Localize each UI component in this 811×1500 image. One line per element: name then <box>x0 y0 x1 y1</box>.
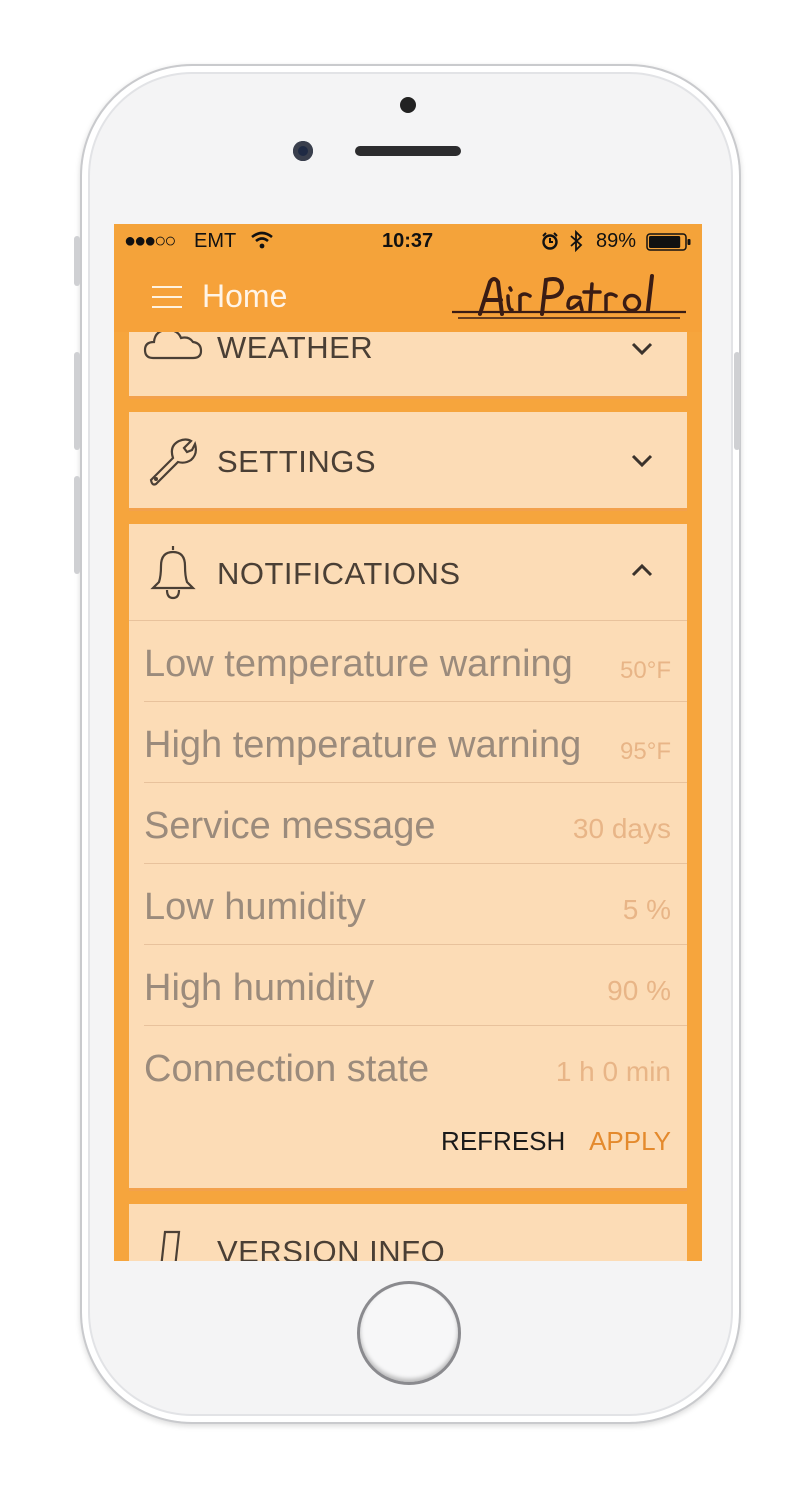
notification-row-low-temperature[interactable]: Low temperature warning 50°F <box>144 621 687 702</box>
airpatrol-logo <box>452 274 686 319</box>
chevron-down-icon[interactable] <box>627 334 657 364</box>
row-value[interactable]: 30 days <box>573 813 671 845</box>
cloud-icon <box>143 332 203 360</box>
row-label: High temperature warning <box>144 724 582 766</box>
chevron-down-icon[interactable] <box>627 446 657 476</box>
weather-section[interactable]: WEATHER <box>129 332 687 399</box>
row-label: High humidity <box>144 967 375 1009</box>
earpiece-speaker <box>355 146 461 156</box>
front-camera <box>293 141 313 161</box>
notification-actions: REFRESH APPLY <box>441 1126 671 1157</box>
status-bar: ●●●○○ EMT 10:37 89% <box>114 224 702 260</box>
row-value[interactable]: 90 % <box>607 975 671 1007</box>
row-value[interactable]: 50°F <box>620 657 671 685</box>
home-button[interactable] <box>357 1281 461 1385</box>
battery-icon <box>646 233 691 251</box>
wifi-icon <box>251 231 273 249</box>
version-info-section[interactable]: VERSION INFO <box>129 1204 687 1261</box>
notification-row-high-temperature[interactable]: High temperature warning 95°F <box>144 702 687 783</box>
row-label: Low humidity <box>144 886 366 928</box>
notification-row-low-humidity[interactable]: Low humidity 5 % <box>144 864 687 945</box>
row-value[interactable]: 95°F <box>620 738 671 766</box>
page-title: Home <box>202 278 288 314</box>
signal-strength: ●●●○○ <box>124 230 176 252</box>
phone-icon <box>160 1230 181 1261</box>
power-button <box>734 352 740 450</box>
phone-screen: ●●●○○ EMT 10:37 89% Home WEATHER SETTING… <box>114 224 702 1261</box>
status-time: 10:37 <box>382 230 434 252</box>
notifications-section-title: NOTIFICATIONS <box>217 556 461 591</box>
notification-row-service-message[interactable]: Service message 30 days <box>144 783 687 864</box>
hamburger-menu-icon[interactable] <box>152 286 182 312</box>
weather-section-title: WEATHER <box>217 332 374 365</box>
volume-up-button <box>74 352 80 450</box>
apply-button[interactable]: APPLY <box>589 1126 671 1156</box>
battery-percent: 89% <box>596 230 637 252</box>
notifications-header[interactable]: NOTIFICATIONS <box>129 524 687 621</box>
sections-list: WEATHER SETTINGS NOTIFICATIONS Low tempe… <box>114 332 702 1261</box>
settings-section-title: SETTINGS <box>217 444 377 479</box>
version-info-section-title: VERSION INFO <box>217 1234 446 1261</box>
carrier-name: EMT <box>194 230 237 252</box>
chevron-up-icon[interactable] <box>627 556 657 586</box>
alarm-icon <box>542 232 558 250</box>
volume-down-button <box>74 476 80 574</box>
bluetooth-icon <box>570 230 583 252</box>
proximity-sensor <box>400 97 416 113</box>
row-label: Service message <box>144 805 436 847</box>
settings-section[interactable]: SETTINGS <box>129 412 687 511</box>
row-label: Low temperature warning <box>144 643 573 685</box>
row-value[interactable]: 5 % <box>623 894 671 926</box>
notification-row-connection-state[interactable]: Connection state 1 h 0 min <box>144 1026 687 1106</box>
notifications-section: NOTIFICATIONS Low temperature warning 50… <box>129 524 687 1191</box>
mute-switch <box>74 236 80 286</box>
row-value[interactable]: 1 h 0 min <box>556 1056 671 1088</box>
wrench-icon <box>149 438 197 486</box>
row-label: Connection state <box>144 1048 430 1090</box>
app-header: Home <box>114 260 702 332</box>
notification-row-high-humidity[interactable]: High humidity 90 % <box>144 945 687 1026</box>
bell-icon <box>150 546 196 600</box>
refresh-button[interactable]: REFRESH <box>441 1126 565 1156</box>
